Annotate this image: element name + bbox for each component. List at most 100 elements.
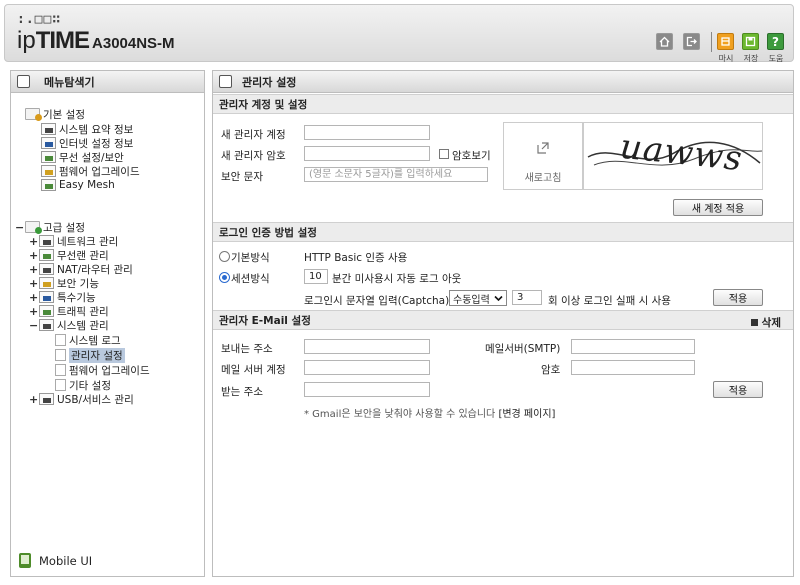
header-separator <box>711 32 712 52</box>
session-auth-radio[interactable] <box>219 272 230 283</box>
session-auth-label: 세션방식 <box>231 273 270 285</box>
tree-item-wireless-lan[interactable]: + 무선랜 관리 <box>29 248 109 262</box>
tree-item-other-settings[interactable]: 기타 설정 <box>55 378 111 392</box>
session-timeout-desc: 분간 미사용시 자동 로그 아웃 <box>332 273 462 285</box>
help-icon: ? <box>772 34 779 49</box>
smtp-server-input[interactable] <box>571 339 695 354</box>
page-icon <box>55 349 66 361</box>
recipient-address-input[interactable] <box>304 382 430 397</box>
tree-item-special[interactable]: + 특수기능 <box>29 290 96 304</box>
email-section-header: 관리자 E-Mail 설정 삭제 <box>213 310 793 330</box>
new-admin-pw-input[interactable] <box>304 146 430 161</box>
tree-item-traffic[interactable]: + 트래픽 관리 <box>29 304 109 318</box>
sender-address-input[interactable] <box>304 339 430 354</box>
session-timeout-input[interactable] <box>304 269 328 284</box>
folder-icon <box>25 221 42 234</box>
change-page-link[interactable]: [변경 페이지] <box>498 409 555 420</box>
tree-item-easy-mesh[interactable]: Easy Mesh <box>41 178 115 192</box>
wifi-icon <box>39 249 54 261</box>
folder-icon <box>25 108 42 121</box>
network-icon <box>39 235 54 247</box>
gmail-note: * Gmail은 보안을 낮춰야 사용할 수 있습니다 [변경 페이지] <box>304 409 556 420</box>
logout-button[interactable] <box>683 33 700 50</box>
recipient-address-label: 받는 주소 <box>221 386 263 398</box>
admin-settings-header: 관리자 설정 <box>213 71 793 93</box>
search-icon <box>17 75 30 88</box>
account-section-header: 관리자 계정 및 설정 <box>213 94 793 114</box>
admin-settings-panel: 관리자 설정 관리자 계정 및 설정 새 관리자 계정 새 관리자 암호 암호 보… <box>212 70 794 577</box>
collapse-toggle[interactable]: − <box>15 221 25 234</box>
apply-email-button[interactable]: 적용 <box>713 381 763 398</box>
special-icon <box>39 291 54 303</box>
new-admin-id-label: 새 관리자 계정 <box>221 129 286 141</box>
show-password-checkbox[interactable] <box>439 149 449 159</box>
captcha-refresh-button[interactable]: 새로고침 <box>503 122 583 190</box>
menu-explorer-panel: 메뉴탐색기 기본 설정 시스템 요약 정보 인터넷 설정 정보 무선 설정/보안 <box>10 70 205 577</box>
captcha-image: uawws <box>583 122 763 190</box>
expand-toggle[interactable]: + <box>29 393 39 406</box>
tree-basic-settings[interactable]: 기본 설정 <box>25 107 85 121</box>
settings-page-icon <box>219 75 232 88</box>
menu-explorer-header: 메뉴탐색기 <box>11 71 204 93</box>
expand-toggle[interactable]: + <box>29 305 39 318</box>
top-header: :.□□∷ ipTIME A3004NS-M 마시 저장 ? 도움 <box>4 4 794 63</box>
tree-item-system-management[interactable]: − 시스템 관리 <box>29 318 109 332</box>
tree-item-security[interactable]: + 보안 기능 <box>29 276 99 290</box>
monitor-icon <box>41 137 56 149</box>
tree-item-nat-router[interactable]: + NAT/라우터 관리 <box>29 262 133 276</box>
brand-logo: ipTIME A3004NS-M <box>17 27 175 55</box>
expand-toggle[interactable]: + <box>29 249 39 262</box>
menu-explorer-title: 메뉴탐색기 <box>44 75 95 89</box>
lock-icon <box>39 277 54 289</box>
tree-item-firmware-upgrade[interactable]: 펌웨어 업그레이드 <box>41 164 140 178</box>
delete-icon <box>750 319 758 326</box>
restore-button[interactable] <box>717 33 734 50</box>
expand-toggle[interactable]: + <box>29 235 39 248</box>
tree-item-firmware-upgrade-adv[interactable]: 펌웨어 업그레이드 <box>55 363 150 377</box>
mail-password-label: 암호 <box>541 364 561 376</box>
router-icon <box>39 263 54 275</box>
mobile-ui-link[interactable]: Mobile UI <box>19 553 92 568</box>
mail-password-input[interactable] <box>571 360 695 375</box>
collapse-toggle[interactable]: − <box>29 319 39 332</box>
router-admin-window: :.□□∷ ipTIMEA3004NS-M 마시 저장 ? 도움 메뉴탐색기 <box>0 0 800 585</box>
apply-login-button[interactable]: 적용 <box>713 289 763 306</box>
login-fail-count-input[interactable] <box>512 290 542 305</box>
captcha-input[interactable] <box>304 167 488 182</box>
new-admin-pw-label: 새 관리자 암호 <box>221 150 286 162</box>
new-admin-id-input[interactable] <box>304 125 430 140</box>
mail-account-input[interactable] <box>304 360 430 375</box>
tree-item-usb-service[interactable]: + USB/서비스 관리 <box>29 392 134 406</box>
page-title: 관리자 설정 <box>242 75 297 89</box>
expand-toggle[interactable]: + <box>29 277 39 290</box>
expand-toggle[interactable]: + <box>29 291 39 304</box>
system-icon <box>39 319 54 331</box>
sender-address-label: 보내는 주소 <box>221 343 273 355</box>
mobile-icon <box>19 553 31 568</box>
home-button[interactable] <box>656 33 673 50</box>
help-button[interactable]: ? <box>767 33 784 50</box>
login-fail-desc: 회 이상 로그인 실패 시 사용 <box>548 295 671 307</box>
tree-item-wireless-security[interactable]: 무선 설정/보안 <box>41 150 124 164</box>
chevron-down-icon <box>494 295 503 301</box>
save-button[interactable] <box>742 33 759 50</box>
page-icon <box>55 379 66 391</box>
expand-toggle[interactable]: + <box>29 263 39 276</box>
restore-icon <box>721 37 730 46</box>
tree-advanced-settings[interactable]: − 고급 설정 <box>15 220 85 234</box>
save-icon <box>745 36 756 47</box>
refresh-icon <box>537 142 549 154</box>
basic-auth-label: 기본방식 <box>231 252 270 264</box>
tree-item-system-log[interactable]: 시스템 로그 <box>55 333 121 347</box>
mesh-icon <box>41 179 56 191</box>
delete-email-button[interactable]: 삭제 <box>750 315 781 330</box>
tree-item-admin-settings[interactable]: 관리자 설정 <box>55 347 125 363</box>
tree-item-network[interactable]: + 네트워크 관리 <box>29 234 118 248</box>
logo-ip: ip <box>17 27 36 54</box>
basic-auth-radio[interactable] <box>219 251 230 262</box>
tree-item-internet-info[interactable]: 인터넷 설정 정보 <box>41 136 133 150</box>
captcha-mode-select[interactable]: 수동입력 <box>449 290 507 306</box>
restore-label: 마시 <box>718 54 734 63</box>
apply-new-account-button[interactable]: 새 계정 적용 <box>673 199 763 216</box>
tree-item-system-summary[interactable]: 시스템 요약 정보 <box>41 122 133 136</box>
